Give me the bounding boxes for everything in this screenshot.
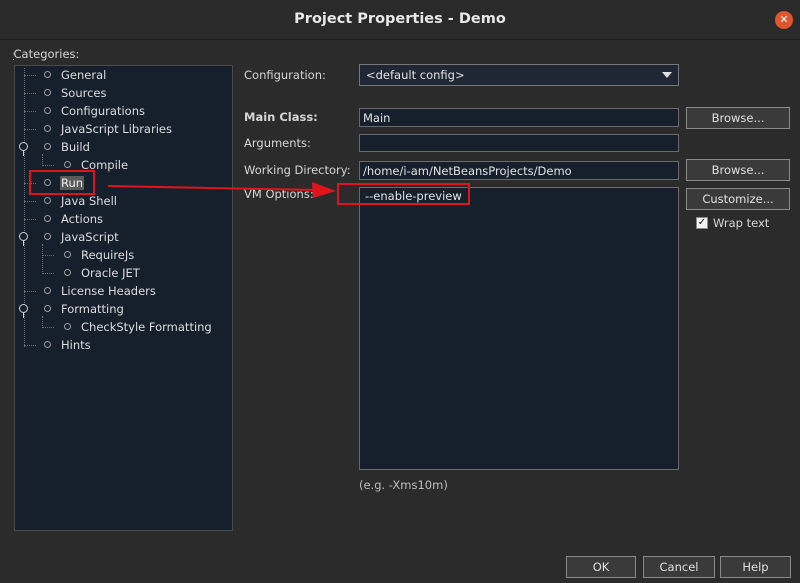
annotation-arrow-icon [107,182,336,198]
